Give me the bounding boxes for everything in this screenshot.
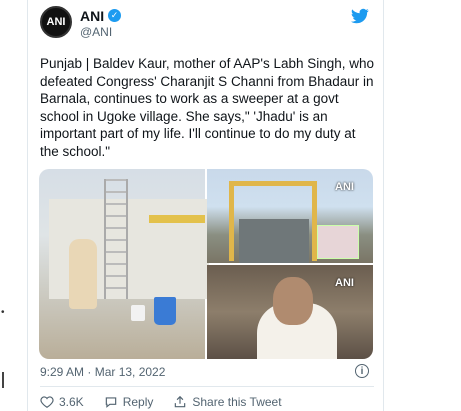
author-avatar[interactable]: ANI bbox=[40, 6, 72, 38]
blue-bucket bbox=[154, 297, 176, 325]
divider bbox=[40, 386, 374, 387]
info-icon[interactable]: i bbox=[355, 364, 369, 378]
margin-bar bbox=[2, 372, 4, 388]
tweet-card[interactable]: ANI ANI ✓ @ANI Punjab | Baldev Kaur, mot… bbox=[27, 0, 384, 411]
reply-label: Reply bbox=[122, 395, 154, 409]
ani-watermark: ANI bbox=[335, 277, 354, 289]
author-name[interactable]: ANI bbox=[80, 8, 104, 24]
like-count: 3.6K bbox=[59, 395, 84, 409]
tweet-media-grid[interactable]: ANI ANI bbox=[39, 169, 373, 359]
wall-stripe bbox=[149, 215, 205, 223]
share-button[interactable]: Share this Tweet bbox=[173, 395, 282, 409]
ladder bbox=[104, 179, 128, 299]
media-image-school-gate[interactable]: ANI bbox=[207, 169, 373, 263]
heart-icon bbox=[40, 396, 54, 408]
media-image-sweeper[interactable] bbox=[39, 169, 209, 359]
sweeper-figure bbox=[69, 239, 97, 309]
tweet-actions: 3.6K Reply Share this Tweet bbox=[40, 395, 302, 409]
author-handle[interactable]: @ANI bbox=[80, 25, 112, 39]
twitter-bird-icon[interactable] bbox=[350, 7, 370, 25]
white-bucket bbox=[131, 305, 145, 321]
tweet-timestamp[interactable]: 9:29 AM · Mar 13, 2022 bbox=[40, 365, 165, 379]
share-label: Share this Tweet bbox=[192, 395, 282, 409]
reply-icon bbox=[105, 397, 116, 408]
margin-dot: • bbox=[1, 307, 5, 318]
tweet-text: Punjab | Baldev Kaur, mother of AAP's La… bbox=[40, 56, 375, 159]
poster bbox=[317, 225, 359, 259]
media-image-portrait[interactable]: ANI bbox=[207, 265, 373, 359]
reply-button[interactable]: Reply bbox=[104, 395, 154, 409]
face bbox=[273, 277, 313, 325]
ani-watermark: ANI bbox=[335, 181, 354, 193]
verified-icon: ✓ bbox=[108, 9, 121, 22]
share-icon bbox=[175, 395, 186, 408]
gate-door bbox=[239, 219, 309, 263]
like-button[interactable]: 3.6K bbox=[40, 395, 84, 409]
